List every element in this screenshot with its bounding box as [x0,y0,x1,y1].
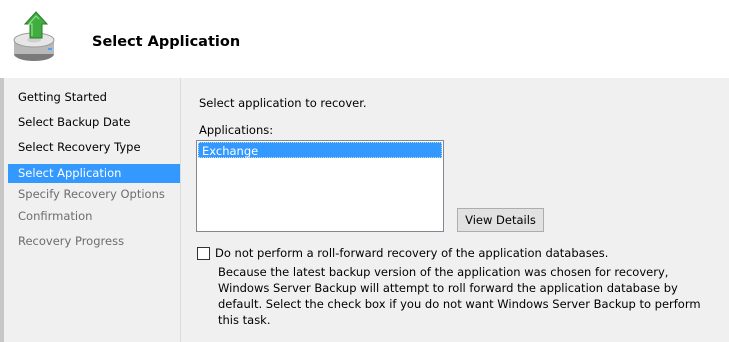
nav-step-select-application[interactable]: Select Application [8,164,180,183]
rollforward-checkbox-label[interactable]: Do not perform a roll-forward recovery o… [215,246,608,260]
wizard-steps-nav: Getting Started Select Backup Date Selec… [0,78,180,342]
wizard-header: Select Application [0,0,729,78]
nav-step-select-backup-date[interactable]: Select Backup Date [8,113,180,132]
nav-step-specify-recovery-options: Specify Recovery Options [18,187,165,201]
applications-label: Applications: [199,123,274,137]
backup-restore-icon [8,10,64,66]
rollforward-checkbox[interactable] [197,247,210,260]
nav-step-confirmation: Confirmation [18,209,93,223]
view-details-button[interactable]: View Details [457,208,544,232]
nav-step-select-recovery-type[interactable]: Select Recovery Type [8,138,180,157]
main-content: Select application to recover. Applicati… [181,78,729,342]
list-item-exchange[interactable]: Exchange [198,142,442,158]
applications-listbox[interactable]: Exchange [196,140,444,232]
page-title: Select Application [92,34,241,50]
nav-step-getting-started[interactable]: Getting Started [8,88,180,107]
rollforward-description: Because the latest backup version of the… [218,265,701,327]
instruction-text: Select application to recover. [199,96,367,110]
nav-step-recovery-progress: Recovery Progress [18,234,125,248]
